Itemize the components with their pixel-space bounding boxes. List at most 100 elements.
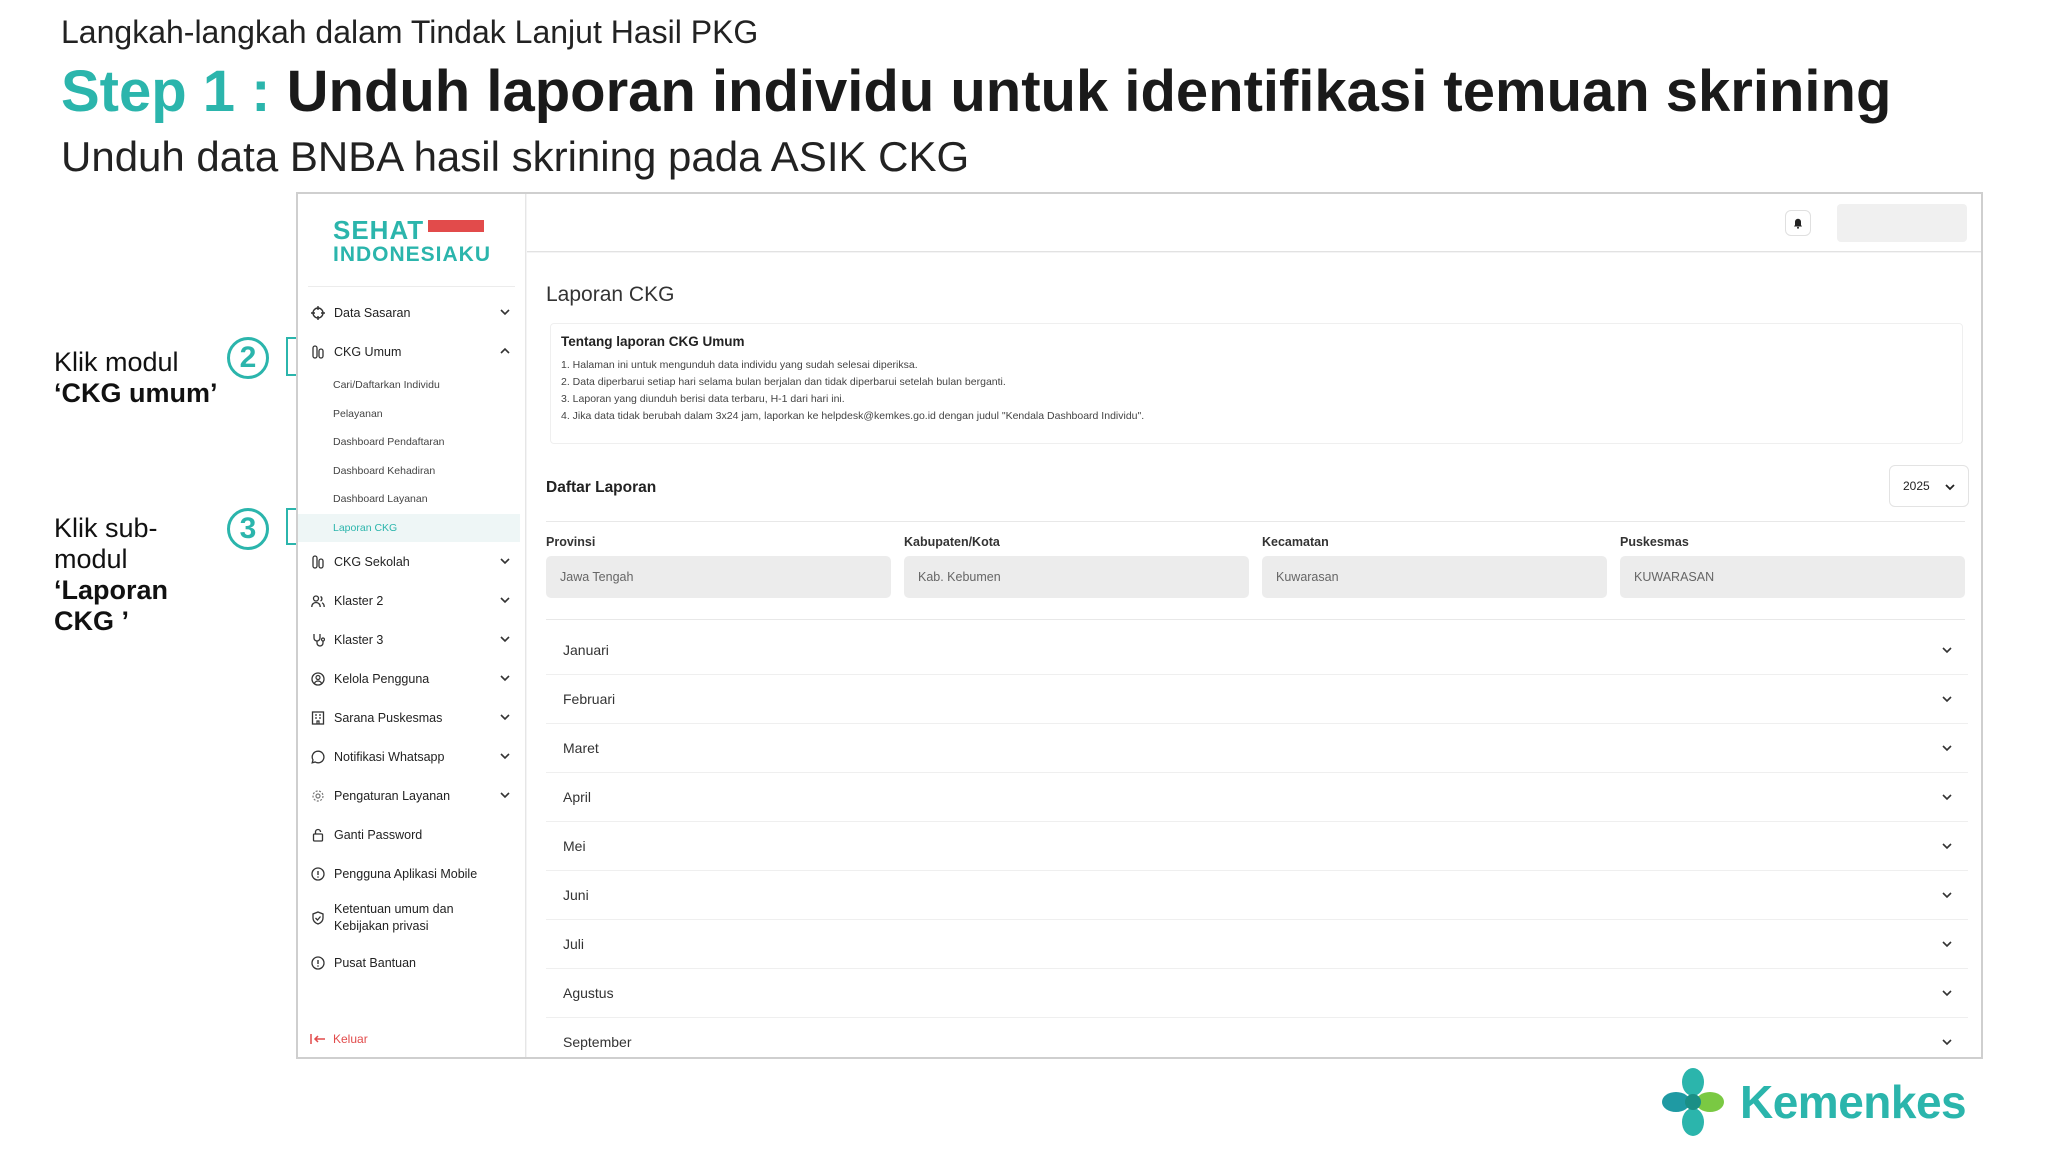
submenu-dashboard-kehadiran[interactable]: Dashboard Kehadiran xyxy=(298,457,526,486)
label-line: Kebijakan privasi xyxy=(334,919,429,933)
filter-kabupaten: Kabupaten/Kota Kab. Kebumen xyxy=(904,535,1249,598)
chevron-down-icon xyxy=(500,714,510,721)
chevron-down-icon xyxy=(500,753,510,760)
filter-label: Kabupaten/Kota xyxy=(904,535,1000,549)
chevron-down-icon xyxy=(1942,794,1952,801)
annotation-3-line: Klik sub- xyxy=(54,513,158,543)
month-accordion-juli[interactable]: Juli xyxy=(546,920,1968,969)
month-label: September xyxy=(563,1034,632,1050)
annotation-3-line: modul xyxy=(54,544,128,574)
sidebar-item-label: Pengaturan Layanan xyxy=(334,788,451,803)
chevron-down-icon xyxy=(500,636,510,643)
submenu-dashboard-pendaftaran[interactable]: Dashboard Pendaftaran xyxy=(298,428,526,457)
submenu-laporan-ckg[interactable]: Laporan CKG xyxy=(298,513,520,542)
bell-icon xyxy=(1794,218,1802,229)
sidebar-item-label: Klaster 3 xyxy=(334,632,384,647)
month-accordion-mei[interactable]: Mei xyxy=(546,822,1968,871)
slide-subtitle: Unduh data BNBA hasil skrining pada ASIK… xyxy=(61,133,970,180)
submenu-dashboard-layanan[interactable]: Dashboard Layanan xyxy=(298,485,526,514)
logout-label: Keluar xyxy=(333,1032,368,1046)
sidebar-item-label: Klaster 2 xyxy=(334,593,384,608)
sidebar-item-label: Data Sasaran xyxy=(334,305,411,320)
sidebar-item-label: CKG Umum xyxy=(334,344,402,359)
gear-icon xyxy=(310,788,326,804)
logo-text-2: INDONESIAKU xyxy=(333,243,492,266)
sidebar-item-label: Pengguna Aplikasi Mobile xyxy=(334,866,478,881)
step-2-badge: 2 xyxy=(227,337,269,379)
label-line: Ketentuan umum dan xyxy=(334,902,454,916)
sidebar-item-label: Pusat Bantuan xyxy=(334,955,417,970)
logout-icon xyxy=(310,1034,325,1044)
sidebar-item-pengguna-aplikasi-mobile[interactable]: Pengguna Aplikasi Mobile xyxy=(298,854,526,893)
sidebar-item-label: Ketentuan umum dan Kebijakan privasi xyxy=(334,901,454,935)
sidebar-divider xyxy=(308,286,515,287)
sidebar-item-label: Sarana Puskesmas xyxy=(334,710,443,725)
about-item: 1. Halaman ini untuk mengunduh data indi… xyxy=(561,359,918,371)
month-accordion-april[interactable]: April xyxy=(546,773,1968,822)
logo-text-1: SEHAT xyxy=(333,215,425,245)
month-label: Maret xyxy=(563,740,599,756)
stethoscope-icon xyxy=(310,632,326,648)
info-icon xyxy=(310,955,326,971)
submenu-pelayanan[interactable]: Pelayanan xyxy=(298,400,526,429)
month-accordion-maret[interactable]: Maret xyxy=(546,724,1968,773)
sidebar-item-ketentuan-umum[interactable]: Ketentuan umum dan Kebijakan privasi xyxy=(298,893,526,943)
top-bar xyxy=(527,194,1981,252)
sidebar-item-kelola-pengguna[interactable]: Kelola Pengguna xyxy=(298,659,526,698)
logout-button[interactable]: Keluar xyxy=(310,1032,368,1046)
chat-bubble-icon xyxy=(310,749,326,765)
app-screenshot: SEHAT INDONESIAKU Data Sasaran CKG Umum … xyxy=(296,192,1983,1059)
puskesmas-field[interactable]: KUWARASAN xyxy=(1620,556,1965,598)
chevron-down-icon xyxy=(1942,892,1952,899)
sidebar-item-ckg-umum[interactable]: CKG Umum xyxy=(298,332,526,371)
sidebar-item-klaster-3[interactable]: Klaster 3 xyxy=(298,620,526,659)
sidebar-item-notifikasi-whatsapp[interactable]: Notifikasi Whatsapp xyxy=(298,737,526,776)
provinsi-field[interactable]: Jawa Tengah xyxy=(546,556,891,598)
year-select[interactable]: 2025 xyxy=(1889,465,1969,507)
title-text: Unduh laporan individu untuk identifikas… xyxy=(286,59,1892,124)
month-label: Mei xyxy=(563,838,586,854)
filter-label: Provinsi xyxy=(546,535,596,549)
about-title: Tentang laporan CKG Umum xyxy=(561,334,745,349)
shield-check-icon xyxy=(310,910,326,926)
sidebar-item-pusat-bantuan[interactable]: Pusat Bantuan xyxy=(298,943,526,982)
about-item: 4. Jika data tidak berubah dalam 3x24 ja… xyxy=(561,410,1145,422)
chevron-down-icon xyxy=(1942,990,1952,997)
crosshair-icon xyxy=(310,305,326,321)
month-accordion-agustus[interactable]: Agustus xyxy=(546,969,1968,1018)
sidebar-item-ganti-password[interactable]: Ganti Password xyxy=(298,815,526,854)
annotation-3-text: Klik sub- modul ‘Laporan CKG ’ xyxy=(54,513,168,637)
account-menu[interactable] xyxy=(1837,204,1967,242)
month-accordion-januari[interactable]: Januari xyxy=(546,626,1968,675)
kecamatan-field[interactable]: Kuwarasan xyxy=(1262,556,1607,598)
annotation-3-line: ‘Laporan xyxy=(54,575,169,605)
annotation-2-line: ‘CKG umum’ xyxy=(54,378,218,408)
sehat-indonesiaku-logo: SEHAT INDONESIAKU xyxy=(333,216,491,266)
sidebar-item-klaster-2[interactable]: Klaster 2 xyxy=(298,581,526,620)
sidebar-item-label: Notifikasi Whatsapp xyxy=(334,749,445,764)
kemenkes-wordmark: Kemenkes xyxy=(1740,1076,1967,1128)
sidebar-item-ckg-sekolah[interactable]: CKG Sekolah xyxy=(298,542,526,581)
month-accordion-september[interactable]: September xyxy=(546,1018,1968,1057)
annotation-2-line: Klik modul xyxy=(54,347,179,377)
filter-label: Kecamatan xyxy=(1262,535,1329,549)
about-card: Tentang laporan CKG Umum 1. Halaman ini … xyxy=(550,323,1963,444)
submenu-cari-daftarkan-individu[interactable]: Cari/Daftarkan Individu xyxy=(298,371,526,400)
building-icon xyxy=(310,710,326,726)
month-label: Agustus xyxy=(563,985,614,1001)
month-accordion-februari[interactable]: Februari xyxy=(546,675,1968,724)
sidebar-item-data-sasaran[interactable]: Data Sasaran xyxy=(298,293,526,332)
sidebar-item-pengaturan-layanan[interactable]: Pengaturan Layanan xyxy=(298,776,526,815)
sidebar-item-label: Ganti Password xyxy=(334,827,423,842)
month-label: Januari xyxy=(563,642,609,658)
month-accordion-juni[interactable]: Juni xyxy=(546,871,1968,920)
annotation-3-line: CKG ’ xyxy=(54,606,130,636)
sidebar-item-sarana-puskesmas[interactable]: Sarana Puskesmas xyxy=(298,698,526,737)
about-item: 3. Laporan yang diunduh berisi data terb… xyxy=(561,393,845,405)
divider xyxy=(546,521,1965,522)
divider xyxy=(546,619,1965,620)
chevron-down-icon xyxy=(1945,484,1955,491)
kabupaten-field[interactable]: Kab. Kebumen xyxy=(904,556,1249,598)
notification-button[interactable] xyxy=(1785,210,1811,236)
sidebar-item-label: Kelola Pengguna xyxy=(334,671,430,686)
